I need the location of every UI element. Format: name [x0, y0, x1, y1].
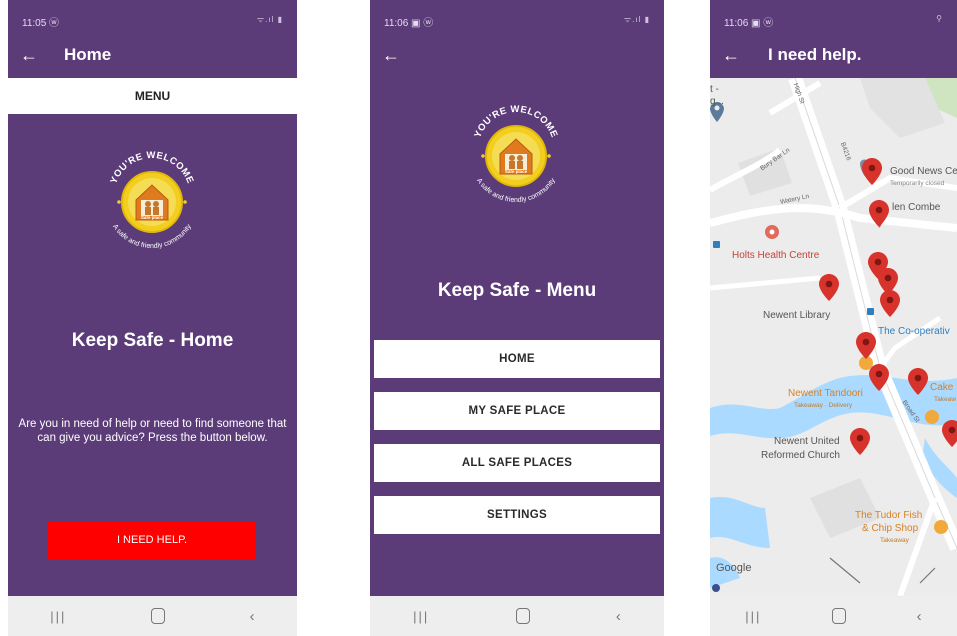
- menu-item-my-safe-place[interactable]: MY SAFE PLACE: [374, 392, 660, 430]
- map-label-tudor-fish: The Tudor Fish: [855, 510, 923, 521]
- page-title: I need help.: [768, 45, 862, 64]
- recent-apps-icon[interactable]: |||: [745, 609, 761, 624]
- status-time: 11:05 ⓦ: [22, 18, 60, 29]
- signal-icon: ᯤ.ıl ▮: [256, 15, 283, 24]
- map-label-newent-tandoori: Newent Tandoori: [788, 388, 863, 399]
- app-bar: ← I need help.: [710, 34, 957, 78]
- app-bar: ← Home: [8, 34, 297, 78]
- system-nav-bar: ||| ‹: [710, 596, 957, 636]
- system-nav-bar: ||| ‹: [8, 596, 297, 636]
- back-nav-icon[interactable]: ‹: [616, 608, 621, 625]
- menu-item-all-safe-places[interactable]: ALL SAFE PLACES: [374, 444, 660, 482]
- safe-place-pin-icon[interactable]: [869, 200, 889, 227]
- help-map-screen: 11:06 ▣ ⓦ ⚲ ← I need help. t - g... High…: [710, 0, 957, 636]
- help-description: Are you in need of help or need to find …: [18, 418, 287, 444]
- menu-item-settings[interactable]: SETTINGS: [374, 496, 660, 534]
- map-label-tudor-type: Takeaway: [880, 537, 909, 544]
- system-nav-bar: ||| ‹: [370, 596, 664, 636]
- status-time: 11:06 ▣ ⓦ: [724, 18, 774, 29]
- map-label-newent-library: Newent Library: [763, 310, 831, 321]
- map-label-good-news: Good News Cer: [890, 166, 957, 177]
- map-label-corner2: g...: [710, 96, 724, 107]
- back-arrow-icon[interactable]: ←: [20, 44, 38, 66]
- safe-place-pin-icon[interactable]: [880, 290, 900, 317]
- map-label-co-operative: The Co-operativ: [878, 326, 950, 337]
- back-nav-icon[interactable]: ‹: [917, 608, 922, 625]
- screen-heading: Keep Safe - Menu: [437, 280, 597, 301]
- safe-place-pin-icon[interactable]: [850, 428, 870, 455]
- menu-item-home[interactable]: HOME: [374, 340, 660, 378]
- home-nav-icon[interactable]: [151, 608, 166, 624]
- google-logo: Google: [716, 562, 752, 574]
- safe-place-pin-icon[interactable]: [862, 158, 882, 185]
- map-label-cake-type: Takeaw: [934, 396, 957, 403]
- map-label-reformed-church: Reformed Church: [761, 450, 840, 461]
- safe-place-pin-icon[interactable]: [819, 274, 839, 301]
- location-icon: ⚲: [936, 14, 943, 23]
- map-label-cake: Cake I: [930, 382, 957, 393]
- status-bar: 11:05 ⓦ ᯤ.ıl ▮: [8, 0, 297, 34]
- i-need-help-button[interactable]: I NEED HELP.: [48, 521, 256, 559]
- home-nav-icon[interactable]: [515, 608, 530, 624]
- back-arrow-icon[interactable]: ←: [722, 44, 740, 66]
- youre-welcome-logo: YOU'RE WELCOME Safe place A safe and fri…: [472, 104, 559, 204]
- map-label-tandoori-type: Takeaway · Delivery: [794, 402, 853, 409]
- map-label-newent-united: Newent United: [774, 436, 840, 447]
- safe-place-pin-icon[interactable]: [942, 420, 957, 447]
- menu-screen: 11:06 ▣ ⓦ ᯤ.ıl ▮ ← YOU'RE WELCOME Safe p…: [370, 0, 664, 636]
- safe-place-pin-icon[interactable]: [869, 364, 889, 391]
- map-view[interactable]: t - g... High St B4216 Bury Bar Ln Water…: [710, 78, 957, 596]
- map-label-glen-combe: len Combe: [892, 202, 941, 213]
- logo-badge: Safe place: [141, 215, 164, 220]
- back-arrow-icon[interactable]: ←: [382, 44, 400, 66]
- home-nav-icon[interactable]: [832, 608, 847, 624]
- status-time: 11:06 ▣ ⓦ: [384, 18, 434, 29]
- recent-apps-icon[interactable]: |||: [413, 609, 429, 624]
- youre-welcome-logo: YOU'RE WELCOME Safe place A safe and fri…: [108, 150, 195, 250]
- signal-icon: ᯤ.ıl ▮: [623, 15, 650, 24]
- status-bar: 11:06 ▣ ⓦ ᯤ.ıl ▮: [370, 0, 664, 34]
- map-label-good-news-status: Temporarily closed: [890, 180, 945, 187]
- map-label-corner1: t -: [710, 84, 719, 95]
- screen-heading: Keep Safe - Home: [71, 330, 234, 351]
- back-nav-icon[interactable]: ‹: [250, 608, 255, 625]
- safe-place-pin-icon[interactable]: [856, 332, 876, 359]
- logo-badge: Safe place: [505, 169, 528, 174]
- map-label-chip-shop: & Chip Shop: [862, 523, 919, 534]
- app-bar: ←: [370, 34, 664, 78]
- page-title: Home: [64, 45, 112, 64]
- status-bar: 11:06 ▣ ⓦ ⚲: [710, 0, 957, 34]
- home-screen: 11:05 ⓦ ᯤ.ıl ▮ ← Home MENU YOU'RE WELCOM…: [8, 0, 297, 636]
- menu-button[interactable]: MENU: [8, 78, 297, 114]
- recent-apps-icon[interactable]: |||: [50, 609, 66, 624]
- map-label-holts-health-centre: Holts Health Centre: [732, 250, 820, 261]
- safe-place-pin-icon[interactable]: [908, 368, 928, 395]
